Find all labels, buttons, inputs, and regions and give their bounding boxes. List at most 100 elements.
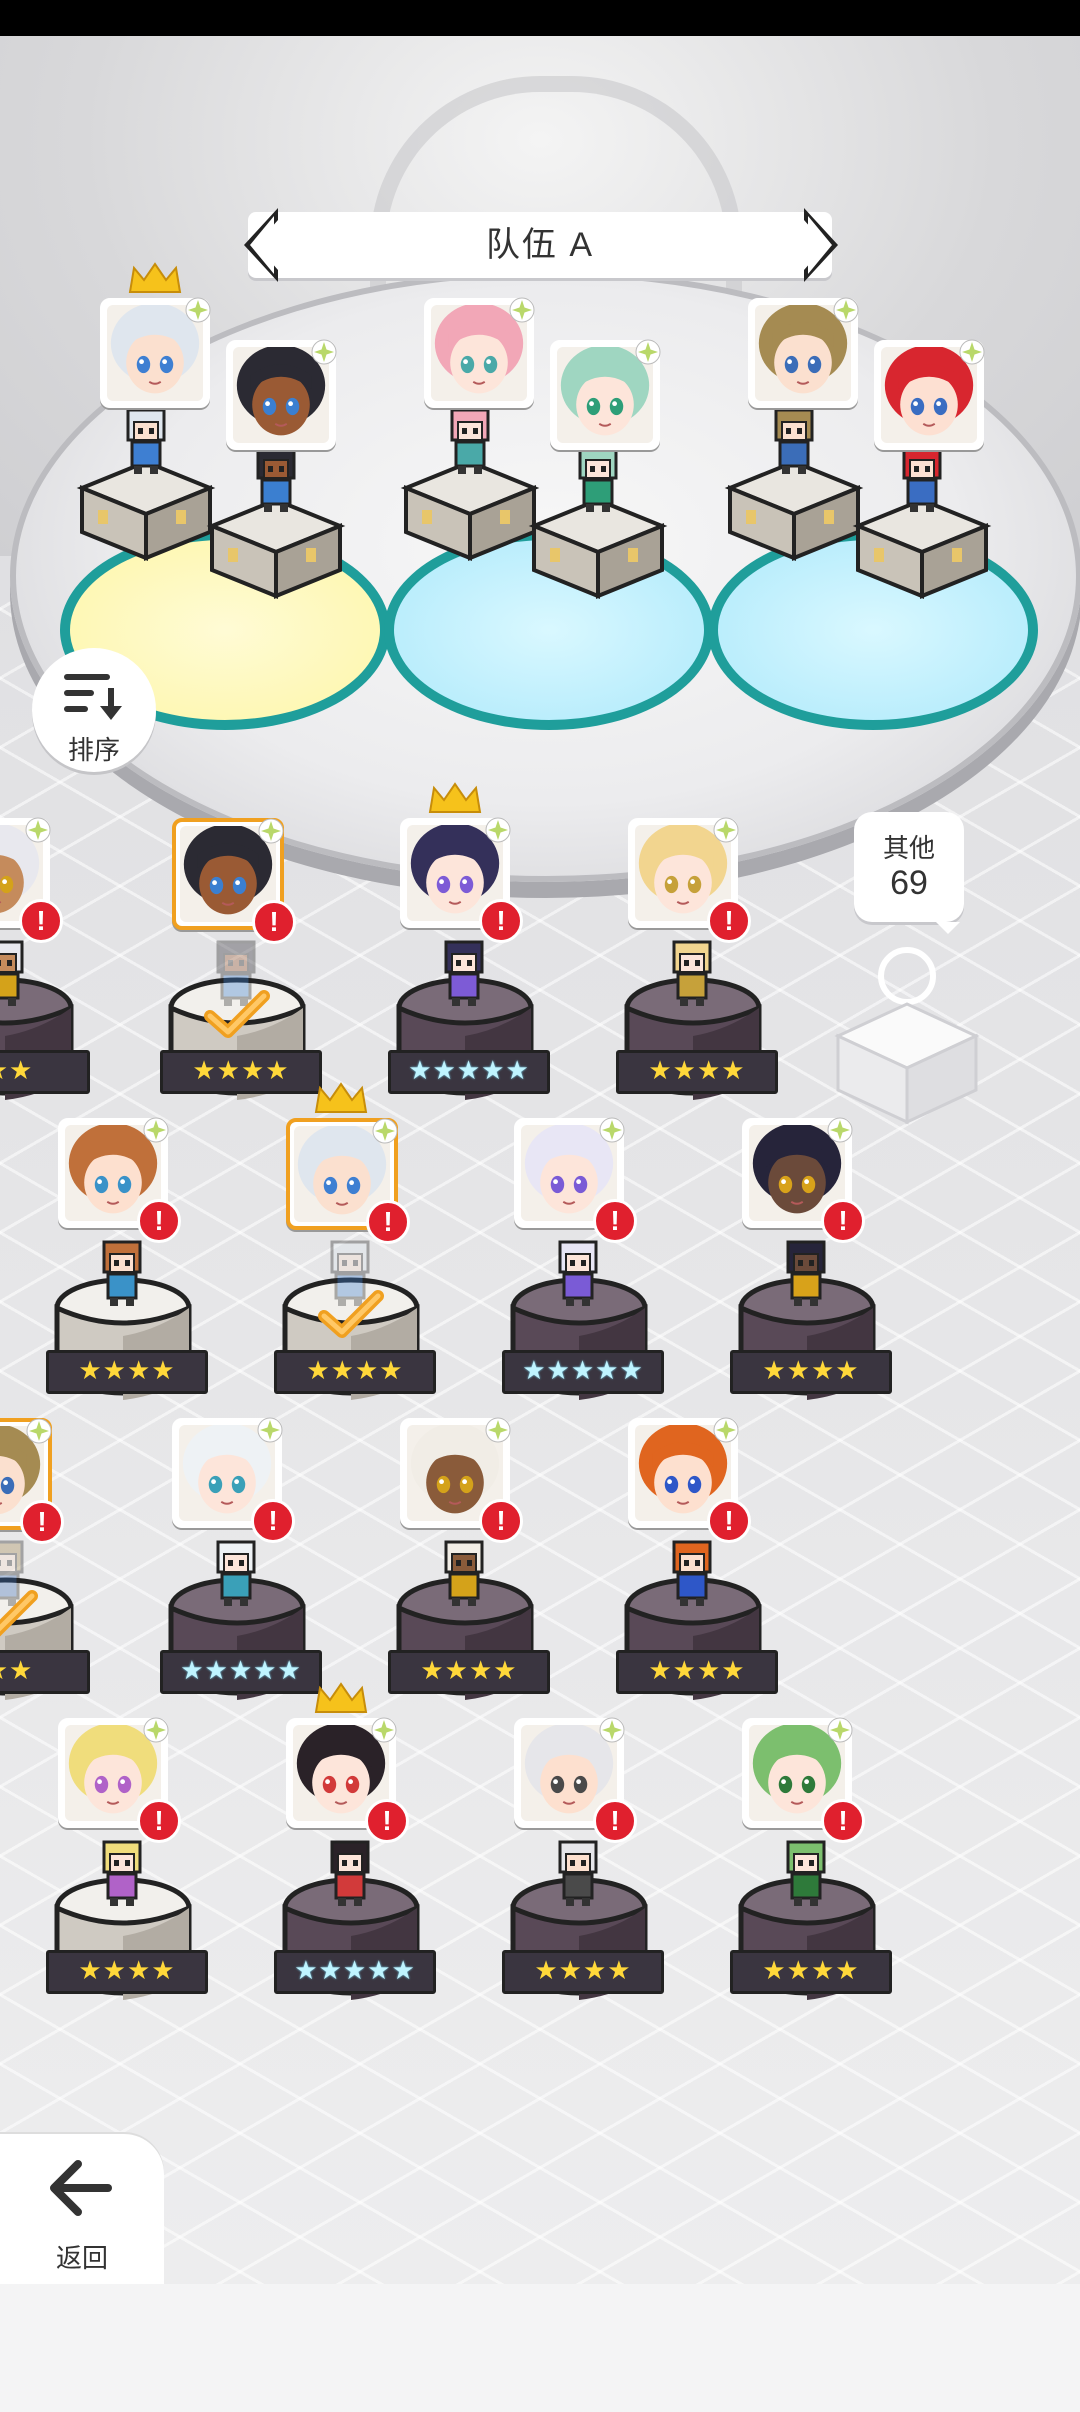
next-team-button[interactable] [798, 206, 844, 284]
alert-badge: ! [251, 1499, 295, 1543]
pixel-sprite [672, 940, 712, 1006]
alert-badge: ! [593, 1199, 637, 1243]
crown-icon-wrap [314, 1682, 368, 1714]
pixel-sprite [558, 1240, 598, 1306]
pixel-sprite [256, 446, 296, 512]
back-button[interactable]: 返回 [0, 2134, 164, 2284]
leader-crown [128, 262, 182, 294]
star-rating: ★★★★★ [160, 1650, 322, 1694]
alert-badge: ! [137, 1199, 181, 1243]
team-member-portrait[interactable] [100, 297, 211, 408]
alert-badge: ! [252, 900, 296, 944]
team-member-portrait[interactable] [226, 339, 337, 450]
sparkle-icon-wrap [713, 1417, 739, 1443]
character-portrait[interactable]: ! [286, 1717, 409, 1843]
other-label: 其他 [882, 833, 935, 863]
character-sprite [546, 1836, 610, 1908]
team-member-sprite [566, 442, 630, 514]
star-rating: ★★★★ [730, 1350, 892, 1394]
crown-icon-wrap [314, 1082, 368, 1114]
star-rating: ★★★★ [46, 1950, 208, 1994]
character-portrait[interactable]: ! [400, 1417, 523, 1543]
character-sprite [318, 1836, 382, 1908]
character-portrait[interactable]: ! [742, 1717, 865, 1843]
pixel-sprite [774, 408, 814, 474]
character-portrait[interactable]: ! [628, 1417, 751, 1543]
character-sprite [0, 936, 36, 1008]
crown-icon [428, 782, 482, 813]
sparkle-icon-wrap [827, 1717, 853, 1743]
selected-checkmark [0, 1588, 40, 1642]
sparkle-icon [185, 297, 211, 323]
checkmark-icon [318, 1290, 384, 1338]
character-portrait[interactable]: ! [628, 817, 751, 943]
alert-badge: ! [20, 1500, 64, 1544]
sparkle-icon-wrap [509, 297, 535, 323]
sparkle-icon [311, 339, 337, 365]
pixel-sprite [786, 1240, 826, 1306]
character-portrait[interactable]: ! [58, 1117, 181, 1243]
alert-badge: ! [19, 899, 63, 943]
alert-badge: ! [821, 1199, 865, 1243]
character-sprite [432, 936, 496, 1008]
sort-icon [64, 674, 122, 720]
pixel-sprite [102, 1240, 142, 1306]
character-portrait[interactable]: ! [286, 1118, 410, 1244]
pixel-sprite [578, 446, 618, 512]
sparkle-icon [959, 339, 985, 365]
sparkle-icon-wrap [143, 1717, 169, 1743]
alert-badge: ! [479, 1499, 523, 1543]
pixel-sprite [444, 940, 484, 1006]
pixel-sprite [444, 1540, 484, 1606]
sparkle-icon [257, 1417, 283, 1443]
character-sprite [90, 1236, 154, 1308]
prev-team-button[interactable] [238, 206, 284, 284]
character-portrait[interactable]: ! [0, 817, 63, 943]
pixel-sprite [102, 1840, 142, 1906]
team-member-portrait[interactable] [748, 297, 859, 408]
pixel-sprite [672, 1540, 712, 1606]
alert-badge: ! [707, 1499, 751, 1543]
sort-button[interactable]: 排序 [32, 648, 156, 772]
sparkle-icon-wrap [257, 1417, 283, 1443]
character-portrait[interactable]: ! [742, 1117, 865, 1243]
team-member-portrait[interactable] [550, 339, 661, 450]
pixel-sprite [126, 408, 166, 474]
character-portrait[interactable]: ! [172, 818, 296, 944]
team-member-portrait[interactable] [874, 339, 985, 450]
team-member-sprite [438, 404, 502, 476]
back-label: 返回 [55, 2243, 108, 2273]
character-portrait[interactable]: ! [58, 1717, 181, 1843]
pixel-sprite [902, 446, 942, 512]
sparkle-icon-wrap [635, 339, 661, 365]
pixel-sprite [0, 940, 24, 1006]
character-portrait[interactable]: ! [514, 1717, 637, 1843]
crown-icon [314, 1682, 368, 1713]
sparkle-icon-wrap [25, 817, 51, 843]
other-characters-bubble[interactable]: 其他 69 [854, 812, 964, 934]
sparkle-icon [827, 1717, 853, 1743]
team-member-sprite [114, 404, 178, 476]
other-count: 69 [890, 864, 928, 902]
chevron-left-icon [244, 208, 278, 282]
sparkle-icon [25, 817, 51, 843]
pixel-sprite [450, 408, 490, 474]
crown-icon [128, 262, 182, 293]
alert-badge: ! [707, 899, 751, 943]
star-rating: ★★ [0, 1650, 90, 1694]
character-portrait[interactable]: ! [172, 1417, 295, 1543]
star-rating: ★★★★★ [388, 1050, 550, 1094]
other-characters-pedestal[interactable] [832, 946, 982, 1126]
character-portrait[interactable]: ! [400, 817, 523, 943]
sparkle-icon [258, 818, 284, 844]
star-rating: ★★★★ [274, 1350, 436, 1394]
sparkle-icon-wrap [371, 1717, 397, 1743]
pixel-sprite [216, 1540, 256, 1606]
character-portrait[interactable]: ! [0, 1418, 64, 1544]
character-sprite [660, 1536, 724, 1608]
team-member-portrait[interactable] [424, 297, 535, 408]
sparkle-icon [713, 817, 739, 843]
team-member-sprite [890, 442, 954, 514]
status-bar [0, 0, 1080, 36]
character-portrait[interactable]: ! [514, 1117, 637, 1243]
